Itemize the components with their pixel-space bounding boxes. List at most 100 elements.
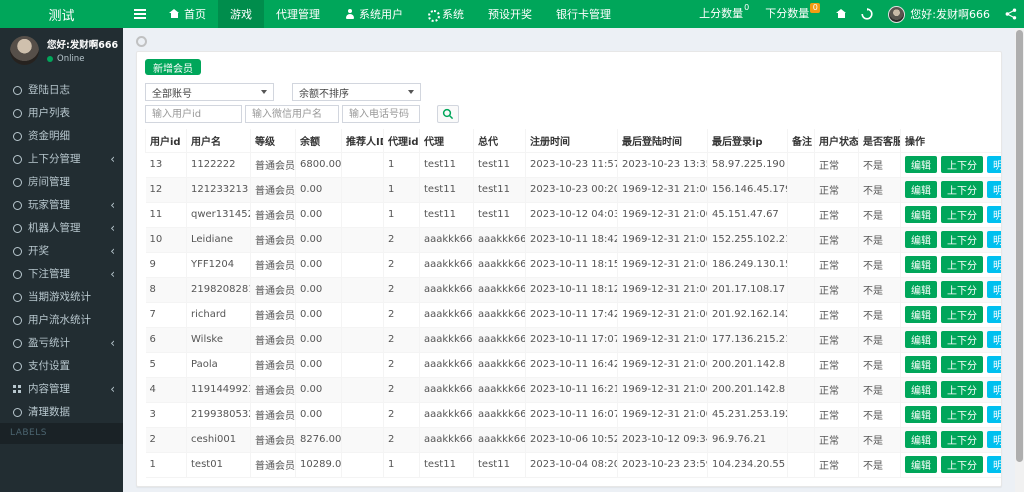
vertical-scrollbar-thumb[interactable] (1016, 30, 1023, 462)
home-button[interactable] (828, 0, 854, 28)
search-button[interactable] (437, 105, 459, 123)
edit-button[interactable]: 编辑 (905, 231, 937, 248)
settings-button[interactable] (998, 0, 1024, 28)
updown-score-button[interactable]: 上下分 (941, 256, 983, 273)
detail-button[interactable]: 明细 (987, 306, 1001, 323)
updown-score-button[interactable]: 上下分 (941, 356, 983, 373)
menu-item-icon (12, 223, 22, 233)
wechat-name-input[interactable] (245, 105, 339, 123)
detail-button[interactable]: 明细 (987, 281, 1001, 298)
cell-username: Wilske (186, 326, 251, 353)
brand-logo[interactable]: 测试 (0, 0, 123, 28)
account-type-select[interactable]: 全部账号 (145, 83, 274, 101)
sidebar-menu-item[interactable]: 登陆日志 ‹ (0, 78, 123, 101)
updown-score-button[interactable]: 上下分 (941, 156, 983, 173)
detail-button[interactable]: 明细 (987, 356, 1001, 373)
edit-button[interactable]: 编辑 (905, 156, 937, 173)
cell-referrer-id (341, 451, 384, 478)
detail-button[interactable]: 明细 (987, 231, 1001, 248)
updown-score-button[interactable]: 上下分 (941, 281, 983, 298)
detail-button[interactable]: 明细 (987, 431, 1001, 448)
nav-item[interactable]: 系统 (415, 0, 476, 28)
down-score-link[interactable]: 下分数量 0 (757, 0, 828, 28)
sidebar-menu-item[interactable]: 用户列表 ‹ (0, 101, 123, 124)
cell-user-id: 7 (145, 301, 187, 328)
detail-button[interactable]: 明细 (987, 406, 1001, 423)
edit-button[interactable]: 编辑 (905, 356, 937, 373)
sidebar-menu-item[interactable]: 开奖 ‹ (0, 239, 123, 262)
refresh-button[interactable] (854, 0, 880, 28)
nav-item[interactable]: 系统用户 (332, 0, 415, 28)
sidebar-menu-item[interactable]: 用户流水统计 ‹ (0, 308, 123, 331)
nav-item[interactable]: 银行卡管理 (544, 0, 623, 28)
sidebar-menu-item[interactable]: 支付设置 ‹ (0, 354, 123, 377)
detail-button[interactable]: 明细 (987, 456, 1001, 473)
detail-button[interactable]: 明细 (987, 256, 1001, 273)
balance-sort-select[interactable]: 余额不排序 (292, 83, 421, 101)
cell-referrer-id (341, 326, 384, 353)
detail-button[interactable]: 明细 (987, 206, 1001, 223)
sidebar-menu-item[interactable]: 房间管理 ‹ (0, 170, 123, 193)
updown-score-button[interactable]: 上下分 (941, 331, 983, 348)
sidebar-toggle-button[interactable] (123, 0, 157, 28)
column-header: 推荐人ID (341, 129, 384, 153)
table-row: 7 richard 普通会员 0.00 2 aaakkk666 aaakkk66… (145, 301, 1001, 328)
edit-button[interactable]: 编辑 (905, 306, 937, 323)
cell-actions: 编辑 上下分 明细 (900, 276, 1001, 303)
menu-item-label: 玩家管理 (28, 199, 70, 211)
updown-score-button[interactable]: 上下分 (941, 456, 983, 473)
cell-balance: 6800.00 (295, 151, 342, 178)
cell-user-id: 4 (145, 376, 187, 403)
up-score-link[interactable]: 上分数量 0 (691, 0, 757, 28)
detail-button[interactable]: 明细 (987, 156, 1001, 173)
edit-button[interactable]: 编辑 (905, 381, 937, 398)
updown-score-button[interactable]: 上下分 (941, 206, 983, 223)
add-member-button[interactable]: 新增会员 (145, 59, 201, 75)
column-header: 最后登陆时间 (617, 129, 708, 153)
detail-button[interactable]: 明细 (987, 381, 1001, 398)
nav-item[interactable]: 代理管理 (264, 0, 332, 28)
updown-score-button[interactable]: 上下分 (941, 381, 983, 398)
edit-button[interactable]: 编辑 (905, 406, 937, 423)
updown-score-button[interactable]: 上下分 (941, 181, 983, 198)
updown-score-button[interactable]: 上下分 (941, 431, 983, 448)
column-header: 操作 (900, 129, 1001, 153)
nav-item[interactable]: 游戏 (218, 0, 264, 28)
cell-username: ceshi001 (186, 426, 251, 453)
sidebar-menu-item[interactable]: 机器人管理 ‹ (0, 216, 123, 239)
sidebar-menu-item[interactable]: 当期游戏统计 ‹ (0, 285, 123, 308)
menu-item-icon (12, 200, 22, 210)
sidebar-menu-item[interactable]: 盈亏统计 ‹ (0, 331, 123, 354)
sidebar-menu-item[interactable]: 清理数据 ‹ (0, 400, 123, 423)
updown-score-button[interactable]: 上下分 (941, 306, 983, 323)
detail-button[interactable]: 明细 (987, 181, 1001, 198)
edit-button[interactable]: 编辑 (905, 456, 937, 473)
sidebar-menu-item[interactable]: 资金明细 ‹ (0, 124, 123, 147)
updown-score-button[interactable]: 上下分 (941, 406, 983, 423)
cell-referrer-id (341, 201, 384, 228)
column-header: 注册时间 (525, 129, 618, 153)
sidebar-menu-item[interactable]: 内容管理 ‹ (0, 377, 123, 400)
updown-score-button[interactable]: 上下分 (941, 231, 983, 248)
cell-general-agent: aaakkk666 (473, 326, 526, 353)
detail-button[interactable]: 明细 (987, 331, 1001, 348)
edit-button[interactable]: 编辑 (905, 431, 937, 448)
edit-button[interactable]: 编辑 (905, 181, 937, 198)
sidebar-menu-item[interactable]: 玩家管理 ‹ (0, 193, 123, 216)
sidebar-menu-item[interactable]: 上下分管理 ‹ (0, 147, 123, 170)
user-menu[interactable]: 您好:发财啊666 (880, 0, 998, 28)
cell-actions: 编辑 上下分 明细 (900, 401, 1001, 428)
nav-item[interactable]: 预设开奖 (476, 0, 544, 28)
cell-last-login-time: 2023-10-12 09:34:37 (617, 426, 708, 453)
cell-agent: aaakkk666 (419, 426, 474, 453)
cell-agent: test11 (419, 201, 474, 228)
phone-number-input[interactable] (342, 105, 420, 123)
edit-button[interactable]: 编辑 (905, 206, 937, 223)
edit-button[interactable]: 编辑 (905, 256, 937, 273)
edit-button[interactable]: 编辑 (905, 331, 937, 348)
nav-item[interactable]: 首页 (157, 0, 218, 28)
sidebar-menu-item[interactable]: 下注管理 ‹ (0, 262, 123, 285)
user-id-input[interactable] (145, 105, 242, 123)
edit-button[interactable]: 编辑 (905, 281, 937, 298)
cell-status: 正常 (814, 226, 859, 253)
